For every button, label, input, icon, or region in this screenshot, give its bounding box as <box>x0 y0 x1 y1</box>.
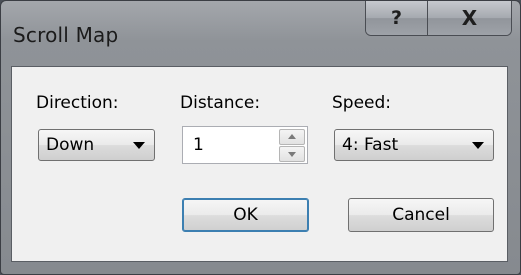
chevron-down-icon <box>133 142 145 149</box>
direction-value: Down <box>46 135 95 155</box>
spin-up-icon <box>288 134 296 139</box>
chevron-down-icon <box>472 142 484 149</box>
speed-select[interactable]: 4: Fast <box>334 129 494 161</box>
close-icon: X <box>461 6 478 30</box>
distance-label: Distance: <box>180 93 261 113</box>
title-bar[interactable]: Scroll Map ? X <box>1 1 520 61</box>
close-button[interactable]: X <box>428 1 511 35</box>
cancel-button[interactable]: Cancel <box>348 198 494 232</box>
ok-button[interactable]: OK <box>182 198 309 232</box>
window-title: Scroll Map <box>13 23 119 47</box>
help-icon: ? <box>390 7 403 29</box>
direction-select[interactable]: Down <box>38 129 155 161</box>
speed-label: Speed: <box>332 93 392 113</box>
dialog-content: Direction: Down Distance: 1 Speed: 4: Fa… <box>11 66 508 262</box>
speed-value: 4: Fast <box>342 135 399 155</box>
spin-down-icon <box>288 152 296 157</box>
title-buttons: ? X <box>365 1 512 36</box>
distance-spinner[interactable]: 1 <box>182 126 308 164</box>
spin-up-button[interactable] <box>279 129 305 145</box>
spin-down-button[interactable] <box>279 146 305 162</box>
distance-value: 1 <box>193 135 204 155</box>
scroll-map-dialog: Scroll Map ? X Direction: Down Distance:… <box>0 0 521 275</box>
direction-label: Direction: <box>36 93 119 113</box>
help-button[interactable]: ? <box>366 1 428 35</box>
